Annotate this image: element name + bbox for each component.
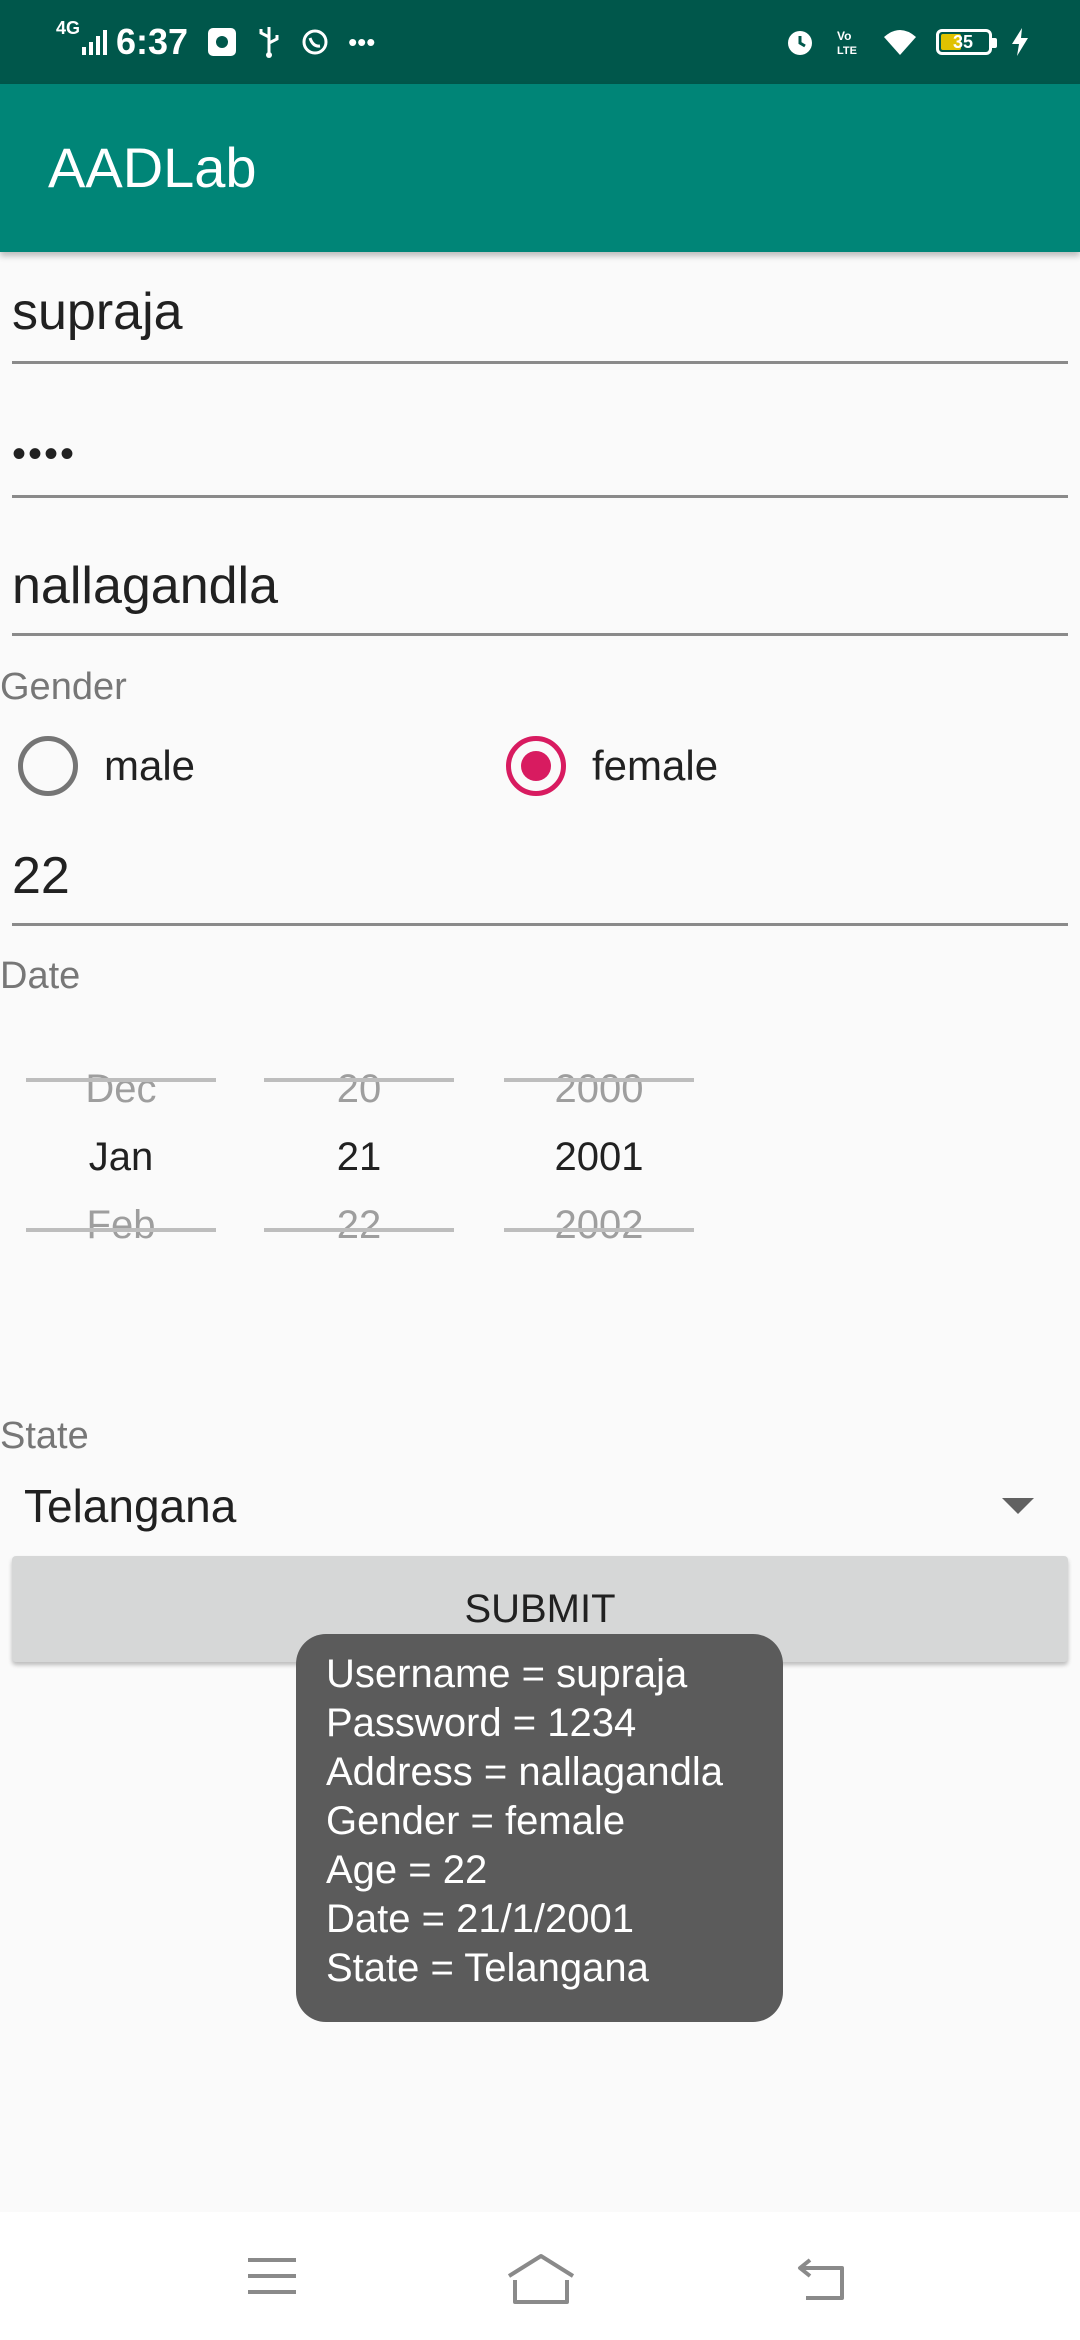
username-value: supraja <box>12 283 183 341</box>
radio-male-circle-icon <box>18 736 78 796</box>
navigation-bar <box>0 2212 1080 2340</box>
gender-label: Gender <box>0 666 127 708</box>
radio-female-label: female <box>592 742 719 789</box>
radio-female-circle-icon <box>506 736 566 796</box>
month-prev[interactable]: Dec <box>26 1055 216 1123</box>
battery-icon: 35 <box>936 29 997 55</box>
address-value: nallagandla <box>12 557 279 615</box>
month-divider-top <box>26 1078 216 1082</box>
day-divider-top <box>264 1078 454 1082</box>
year-divider-top <box>504 1078 694 1082</box>
date-picker[interactable]: Dec Jan Feb 20 21 22 2000 2001 2002 <box>26 1055 706 1265</box>
year-next[interactable]: 2002 <box>504 1191 694 1259</box>
radio-male[interactable]: male <box>18 736 195 796</box>
usb-settings-icon <box>208 28 237 56</box>
clock: 6:37 <box>116 21 189 62</box>
network-type: 4G <box>56 18 81 38</box>
toast-message: Username = supraja Password = 1234 Addre… <box>296 1634 783 2022</box>
month-next[interactable]: Feb <box>26 1191 216 1259</box>
back-icon[interactable] <box>792 2246 852 2306</box>
day-next[interactable]: 22 <box>264 1191 454 1259</box>
menu-icon[interactable] <box>242 2246 302 2306</box>
wifi-icon <box>884 30 916 55</box>
state-spinner[interactable]: Telangana <box>24 1470 1034 1542</box>
app-bar: AADLab <box>0 84 1080 252</box>
usb-icon <box>259 27 279 58</box>
toast-line-username: Username = supraja <box>326 1652 688 1696</box>
password-value: •••• <box>12 432 77 476</box>
toast-line-address: Address = nallagandla <box>326 1750 723 1794</box>
day-picker[interactable]: 20 21 22 <box>264 1055 454 1259</box>
signal-icon <box>82 30 108 55</box>
volte-icon: Vo LTE <box>837 29 857 57</box>
svg-text:LTE: LTE <box>837 45 857 57</box>
toast-line-gender: Gender = female <box>326 1799 626 1843</box>
toast-line-date: Date = 21/1/2001 <box>326 1897 635 1941</box>
toast-line-password: Password = 1234 <box>326 1701 637 1745</box>
year-picker[interactable]: 2000 2001 2002 <box>504 1055 694 1259</box>
month-divider-bottom <box>26 1228 216 1232</box>
year-divider-bottom <box>504 1228 694 1232</box>
day-divider-bottom <box>264 1228 454 1232</box>
home-icon[interactable] <box>505 2246 577 2306</box>
date-label: Date <box>0 955 81 997</box>
month-current[interactable]: Jan <box>26 1123 216 1191</box>
more-notifications-icon: ••• <box>348 26 376 57</box>
age-value: 22 <box>12 847 70 905</box>
whatsapp-icon <box>302 29 328 55</box>
day-prev[interactable]: 20 <box>264 1055 454 1123</box>
age-field[interactable]: 22 <box>12 846 1068 926</box>
state-value: Telangana <box>24 1480 237 1532</box>
address-field[interactable]: nallagandla <box>12 556 1068 636</box>
battery-level: 35 <box>953 31 974 52</box>
charging-icon <box>1012 28 1028 56</box>
alarm-icon <box>788 31 812 55</box>
svg-text:Vo: Vo <box>837 29 851 43</box>
password-field[interactable]: •••• <box>12 420 1068 498</box>
username-field[interactable]: supraja <box>12 282 1068 364</box>
app-title: AADLab <box>48 136 257 199</box>
radio-male-label: male <box>104 742 196 789</box>
dropdown-arrow-icon <box>1002 1498 1034 1514</box>
month-picker[interactable]: Dec Jan Feb <box>26 1055 216 1259</box>
year-current[interactable]: 2001 <box>504 1123 694 1191</box>
year-prev[interactable]: 2000 <box>504 1055 694 1123</box>
radio-female[interactable]: female <box>506 736 718 796</box>
day-current[interactable]: 21 <box>264 1123 454 1191</box>
status-bar: 4G 6:37 ••• Vo LTE 35 <box>0 0 1080 84</box>
state-label: State <box>0 1415 89 1457</box>
toast-line-state: State = Telangana <box>326 1946 649 1990</box>
toast-line-age: Age = 22 <box>326 1848 488 1892</box>
